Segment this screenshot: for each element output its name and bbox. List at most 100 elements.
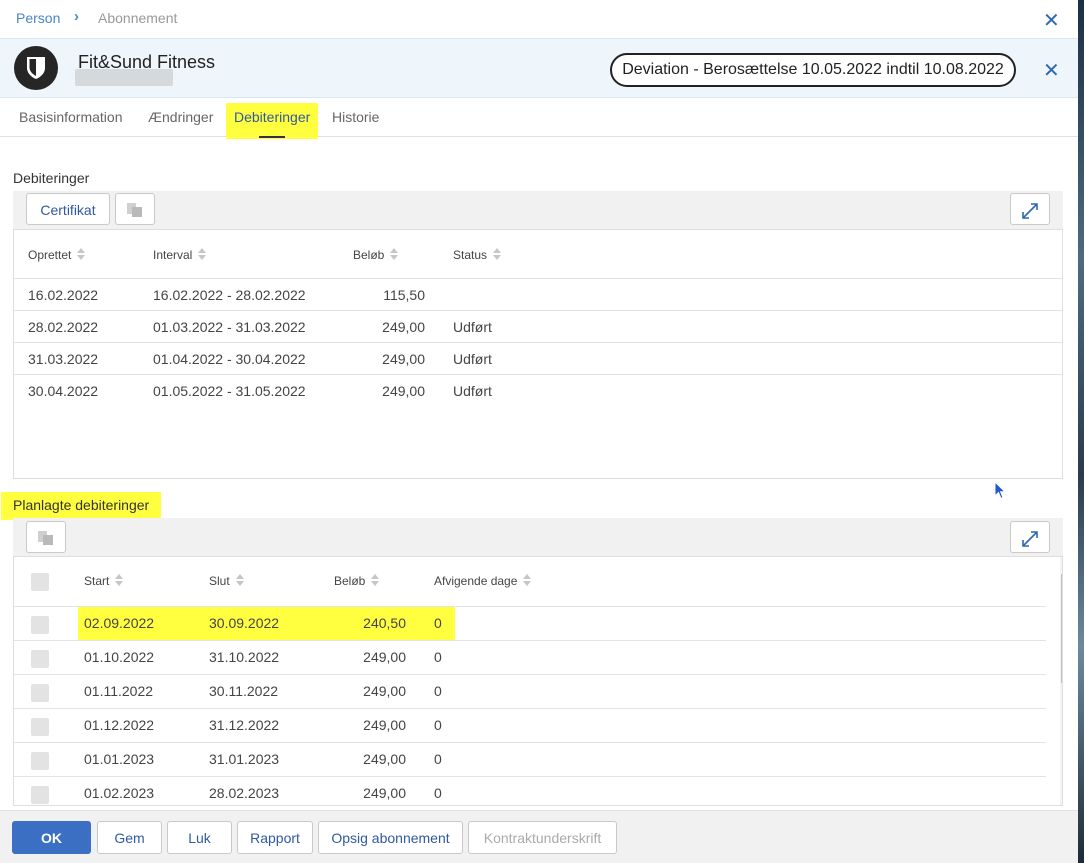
column-label: Start bbox=[84, 574, 110, 588]
cell-amount: 249,00 bbox=[363, 717, 406, 733]
table-row[interactable]: 02.09.2022 30.09.2022 240,50 0 bbox=[14, 607, 1046, 641]
tab-debiteringer[interactable]: Debiteringer bbox=[226, 103, 319, 139]
table-row[interactable]: 30.04.2022 01.05.2022 - 31.05.2022 249,0… bbox=[14, 375, 1062, 407]
column-header-slut[interactable]: Slut bbox=[209, 574, 244, 589]
tab-aendringer[interactable]: Ændringer bbox=[148, 109, 213, 125]
cell-interval: 01.04.2022 - 30.04.2022 bbox=[153, 351, 306, 367]
sort-icon bbox=[371, 574, 380, 589]
sort-icon bbox=[390, 248, 399, 263]
cell-created: 16.02.2022 bbox=[28, 287, 99, 303]
deviation-badge: Deviation - Berosættelse 10.05.2022 indt… bbox=[610, 53, 1016, 87]
tab-historie[interactable]: Historie bbox=[332, 109, 379, 125]
active-tab-indicator bbox=[259, 136, 285, 138]
cell-start: 01.11.2022 bbox=[84, 683, 154, 699]
ok-button[interactable]: OK bbox=[12, 821, 91, 854]
close-icon[interactable]: ✕ bbox=[1043, 61, 1060, 81]
cell-start: 01.12.2022 bbox=[84, 717, 155, 733]
cell-start: 01.10.2022 bbox=[84, 649, 155, 665]
copy-icon bbox=[38, 531, 53, 545]
column-header-start[interactable]: Start bbox=[84, 574, 124, 589]
row-checkbox[interactable] bbox=[31, 718, 49, 736]
copy-button[interactable] bbox=[26, 521, 66, 553]
expand-icon bbox=[1022, 203, 1038, 219]
table-row[interactable]: 01.02.2023 28.02.2023 249,00 0 bbox=[14, 777, 1046, 805]
debits-table: Oprettet Interval Beløb Status 16.02.202… bbox=[13, 229, 1063, 479]
cell-interval: 16.02.2022 - 28.02.2022 bbox=[153, 287, 306, 303]
close-button[interactable]: Luk bbox=[167, 821, 232, 854]
select-all-checkbox[interactable] bbox=[31, 573, 49, 591]
row-checkbox[interactable] bbox=[31, 650, 49, 668]
cell-end: 31.01.2023 bbox=[209, 751, 280, 767]
column-header-beloeb[interactable]: Beløb bbox=[353, 248, 399, 263]
row-checkbox[interactable] bbox=[31, 616, 49, 634]
cell-amount: 240,50 bbox=[363, 615, 406, 631]
column-label: Beløb bbox=[353, 248, 385, 262]
breadcrumb-person-link[interactable]: Person bbox=[16, 10, 60, 26]
cell-deviating-days: 0 bbox=[434, 785, 442, 801]
background-strip bbox=[1078, 0, 1084, 863]
cell-created: 31.03.2022 bbox=[28, 351, 99, 367]
subscription-dialog: Person › Abonnement ✕ Fit&Sund Fitness D… bbox=[0, 0, 1078, 863]
table-row[interactable]: 01.11.2022 30.11.2022 249,00 0 bbox=[14, 675, 1046, 709]
table-row[interactable]: 01.10.2022 31.10.2022 249,00 0 bbox=[14, 641, 1046, 675]
tab-basisinformation[interactable]: Basisinformation bbox=[19, 109, 123, 125]
sort-icon bbox=[77, 248, 86, 263]
table-row[interactable]: 01.12.2022 31.12.2022 249,00 0 bbox=[14, 709, 1046, 743]
cell-amount: 249,00 bbox=[363, 785, 406, 801]
cell-amount: 249,00 bbox=[382, 319, 425, 335]
table-row[interactable]: 31.03.2022 01.04.2022 - 30.04.2022 249,0… bbox=[14, 343, 1062, 375]
cell-status: Udført bbox=[453, 319, 492, 335]
column-header-afvigende-dage[interactable]: Afvigende dage bbox=[434, 574, 532, 589]
mouse-cursor-icon bbox=[994, 481, 1006, 500]
copy-button[interactable] bbox=[115, 193, 155, 225]
cell-deviating-days: 0 bbox=[434, 751, 442, 767]
cell-deviating-days: 0 bbox=[434, 683, 442, 699]
cancel-subscription-button[interactable]: Opsig abonnement bbox=[318, 821, 463, 854]
planned-table: Start Slut Beløb Afvigende dage 02.09.20… bbox=[13, 556, 1063, 806]
cell-deviating-days: 0 bbox=[434, 615, 442, 631]
column-label: Interval bbox=[153, 248, 193, 262]
row-checkbox[interactable] bbox=[31, 752, 49, 770]
column-label: Beløb bbox=[334, 574, 366, 588]
cell-end: 28.02.2023 bbox=[209, 785, 280, 801]
close-icon[interactable]: ✕ bbox=[1043, 11, 1060, 31]
cell-interval: 01.05.2022 - 31.05.2022 bbox=[153, 383, 306, 399]
cell-amount: 115,50 bbox=[383, 287, 425, 303]
sort-icon bbox=[198, 248, 207, 263]
cell-end: 30.09.2022 bbox=[209, 615, 280, 631]
dialog-footer: OK Gem Luk Rapport Opsig abonnement Kont… bbox=[0, 810, 1078, 863]
cell-start: 01.01.2023 bbox=[84, 751, 155, 767]
table-row[interactable]: 28.02.2022 01.03.2022 - 31.03.2022 249,0… bbox=[14, 311, 1062, 343]
column-header-interval[interactable]: Interval bbox=[153, 248, 207, 263]
table-row[interactable]: 16.02.2022 16.02.2022 - 28.02.2022 115,5… bbox=[14, 279, 1062, 311]
cell-status: Udført bbox=[453, 383, 492, 399]
row-checkbox[interactable] bbox=[31, 786, 49, 804]
cell-deviating-days: 0 bbox=[434, 717, 442, 733]
column-label: Status bbox=[453, 248, 488, 262]
sort-icon bbox=[115, 574, 124, 589]
debits-toolbar: Certifikat bbox=[13, 191, 1063, 229]
scrollbar-thumb[interactable] bbox=[1061, 574, 1062, 683]
table-header-row: Start Slut Beløb Afvigende dage bbox=[14, 557, 1046, 607]
column-header-status[interactable]: Status bbox=[453, 248, 502, 263]
planned-section-title: Planlagte debiteringer bbox=[1, 492, 162, 520]
table-row[interactable]: 01.01.2023 31.01.2023 249,00 0 bbox=[14, 743, 1046, 777]
cell-status: Udført bbox=[453, 351, 492, 367]
report-button[interactable]: Rapport bbox=[237, 821, 313, 854]
sort-icon bbox=[235, 574, 244, 589]
contract-signature-button[interactable]: Kontraktunderskrift bbox=[468, 821, 617, 854]
certificate-button[interactable]: Certifikat bbox=[26, 193, 110, 225]
column-header-oprettet[interactable]: Oprettet bbox=[28, 248, 86, 263]
save-button[interactable]: Gem bbox=[97, 821, 162, 854]
cell-start: 01.02.2023 bbox=[84, 785, 155, 801]
shield-icon bbox=[27, 57, 45, 79]
member-header: Fit&Sund Fitness Deviation - Berosættels… bbox=[0, 38, 1078, 98]
column-header-beloeb[interactable]: Beløb bbox=[334, 574, 380, 589]
column-label: Slut bbox=[209, 574, 230, 588]
cell-amount: 249,00 bbox=[363, 683, 406, 699]
cell-created: 28.02.2022 bbox=[28, 319, 99, 335]
redacted-text bbox=[75, 69, 173, 86]
expand-button[interactable] bbox=[1010, 521, 1050, 553]
row-checkbox[interactable] bbox=[31, 684, 49, 702]
expand-button[interactable] bbox=[1010, 193, 1050, 225]
